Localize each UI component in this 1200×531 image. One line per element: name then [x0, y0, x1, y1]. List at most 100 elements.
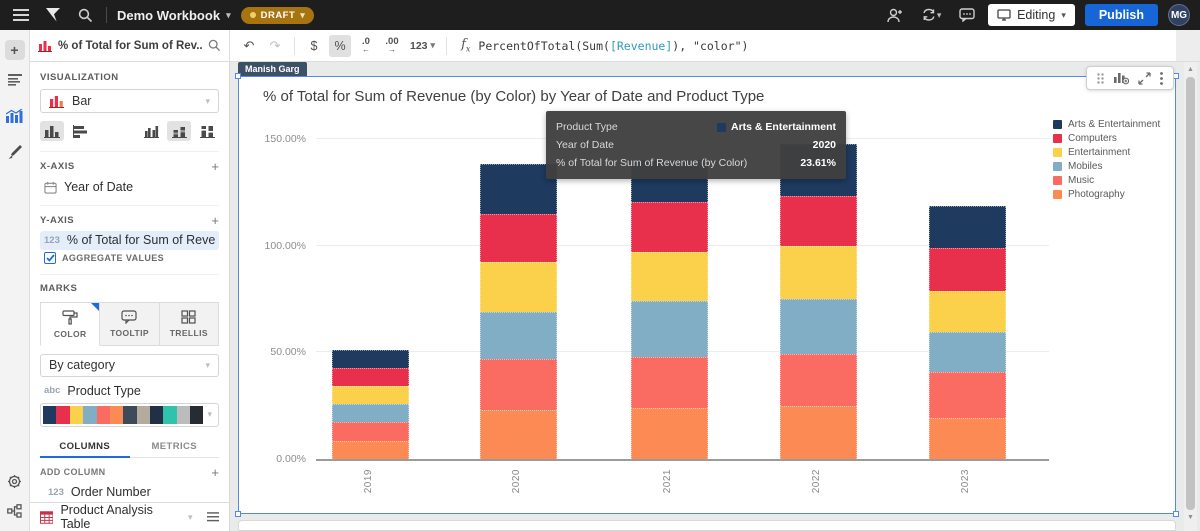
- legend-item[interactable]: Entertainment: [1053, 147, 1160, 158]
- next-element-card-peek[interactable]: [238, 520, 1176, 531]
- list-icon[interactable]: [207, 512, 219, 522]
- legend-item[interactable]: Arts & Entertainment: [1053, 119, 1160, 130]
- add-x-axis-icon[interactable]: +: [211, 160, 219, 173]
- tab-trellis[interactable]: TRELLIS: [160, 302, 219, 346]
- publish-button[interactable]: Publish: [1085, 4, 1158, 26]
- chart-element-card[interactable]: % of Total for Sum of Revenue (by Color)…: [238, 76, 1176, 514]
- explore-chart-icon[interactable]: [1113, 71, 1129, 85]
- canvas-scrollbar[interactable]: ▲ ▼: [1184, 62, 1197, 531]
- decrease-decimals-button[interactable]: .0←: [355, 35, 377, 57]
- add-column-row[interactable]: ADD COLUMN +: [40, 462, 219, 483]
- stacked-bar-2019[interactable]: [332, 350, 409, 459]
- bar-segment[interactable]: [480, 312, 557, 359]
- chart-type-select[interactable]: Bar ▾: [40, 89, 219, 113]
- draft-badge[interactable]: DRAFT ▾: [241, 7, 315, 24]
- checkbox-checked-icon[interactable]: [44, 252, 56, 264]
- add-element-button[interactable]: +: [5, 40, 25, 60]
- undo-icon[interactable]: ↶: [238, 35, 260, 57]
- bar-segment[interactable]: [929, 372, 1006, 418]
- bar-segment[interactable]: [780, 406, 857, 459]
- stacked-bar-2023[interactable]: [929, 206, 1006, 459]
- maximize-icon[interactable]: [1138, 72, 1151, 85]
- color-by-select[interactable]: By category ▾: [40, 354, 219, 377]
- source-table-row[interactable]: Product Analysis Table ▾: [30, 502, 229, 531]
- settings-gear-icon[interactable]: [5, 471, 25, 491]
- bar-segment[interactable]: [332, 422, 409, 441]
- bar-segment[interactable]: [929, 291, 1006, 332]
- bar-segment[interactable]: [631, 301, 708, 357]
- legend-item[interactable]: Music: [1053, 175, 1160, 186]
- editing-mode-dropdown[interactable]: Editing ▾: [988, 4, 1075, 26]
- tab-metrics[interactable]: METRICS: [130, 435, 220, 457]
- redo-icon[interactable]: ↷: [264, 35, 286, 57]
- bar-segment[interactable]: [332, 441, 409, 459]
- bar-segment[interactable]: [631, 202, 708, 252]
- search-icon[interactable]: [74, 4, 96, 26]
- version-sync-dropdown-icon[interactable]: ▾: [916, 4, 946, 26]
- page-outline-icon[interactable]: [5, 70, 25, 90]
- y-axis-field[interactable]: 123 % of Total for Sum of Revenu...: [40, 231, 219, 250]
- element-header[interactable]: % of Total for Sum of Rev...: [30, 30, 230, 62]
- horizontal-bar-icon[interactable]: [68, 121, 92, 141]
- hamburger-menu-icon[interactable]: [10, 4, 32, 26]
- number-format-dropdown[interactable]: 123▾: [407, 35, 438, 57]
- column-list-item[interactable]: 123 Order Number: [40, 483, 219, 502]
- bar-segment[interactable]: [780, 354, 857, 406]
- bar-segment[interactable]: [780, 196, 857, 246]
- scrollbar-thumb[interactable]: [1186, 77, 1195, 510]
- legend-item[interactable]: Photography: [1053, 189, 1160, 200]
- bar-segment[interactable]: [332, 350, 409, 368]
- x-axis-field[interactable]: Year of Date: [40, 177, 219, 196]
- legend-item[interactable]: Computers: [1053, 133, 1160, 144]
- stacked-bar-2022[interactable]: [780, 144, 857, 459]
- bar-segment[interactable]: [480, 164, 557, 214]
- lineage-icon[interactable]: [5, 501, 25, 521]
- stacked-bar-2020[interactable]: [480, 164, 557, 459]
- bar-segment[interactable]: [631, 252, 708, 301]
- invite-user-icon[interactable]: [884, 4, 906, 26]
- bar-segment[interactable]: [929, 206, 1006, 248]
- legend-item[interactable]: Mobiles: [1053, 161, 1160, 172]
- tab-columns[interactable]: COLUMNS: [40, 435, 130, 457]
- aggregate-values-checkbox-row[interactable]: AGGREGATE VALUES: [40, 250, 219, 266]
- add-y-axis-icon[interactable]: +: [211, 214, 219, 227]
- tab-color[interactable]: COLOR: [40, 302, 100, 346]
- currency-format-button[interactable]: $: [303, 35, 325, 57]
- stacked-bar-2021[interactable]: [631, 160, 708, 459]
- increase-decimals-button[interactable]: .00→: [381, 35, 403, 57]
- grouped-bar-icon[interactable]: [139, 121, 163, 141]
- kebab-menu-icon[interactable]: [1160, 72, 1163, 85]
- tab-tooltip[interactable]: TOOLTIP: [100, 302, 159, 346]
- selection-handle[interactable]: [1173, 511, 1179, 517]
- user-avatar[interactable]: MG: [1168, 4, 1190, 26]
- scroll-up-icon[interactable]: ▲: [1184, 66, 1197, 73]
- add-column-icon[interactable]: +: [211, 466, 219, 479]
- bar-segment[interactable]: [480, 359, 557, 410]
- bar-segment[interactable]: [929, 418, 1006, 459]
- selection-handle[interactable]: [235, 73, 241, 79]
- bar-segment[interactable]: [929, 332, 1006, 372]
- bar-segment[interactable]: [929, 248, 1006, 291]
- stacked-bar-icon[interactable]: [167, 121, 191, 141]
- bar-segment[interactable]: [631, 357, 708, 408]
- bar-segment[interactable]: [780, 246, 857, 299]
- bar-segment[interactable]: [332, 404, 409, 422]
- format-paintbrush-icon[interactable]: [5, 142, 25, 162]
- percent-stacked-bar-icon[interactable]: [195, 121, 219, 141]
- sigma-logo-icon[interactable]: [42, 4, 64, 26]
- selection-handle[interactable]: [235, 511, 241, 517]
- search-icon[interactable]: [208, 39, 221, 52]
- bar-segment[interactable]: [480, 262, 557, 312]
- comments-icon[interactable]: [956, 4, 978, 26]
- drag-handle-icon[interactable]: [1097, 73, 1104, 84]
- color-palette-select[interactable]: ▾: [40, 403, 219, 427]
- percent-format-button[interactable]: %: [329, 35, 351, 57]
- bar-segment[interactable]: [332, 386, 409, 404]
- vertical-bar-icon[interactable]: [40, 121, 64, 141]
- bar-segment[interactable]: [780, 299, 857, 354]
- bar-segment[interactable]: [480, 214, 557, 262]
- element-properties-icon[interactable]: [5, 106, 25, 126]
- bar-segment[interactable]: [480, 410, 557, 459]
- bar-segment[interactable]: [332, 368, 409, 386]
- color-field[interactable]: abc Product Type: [40, 383, 219, 399]
